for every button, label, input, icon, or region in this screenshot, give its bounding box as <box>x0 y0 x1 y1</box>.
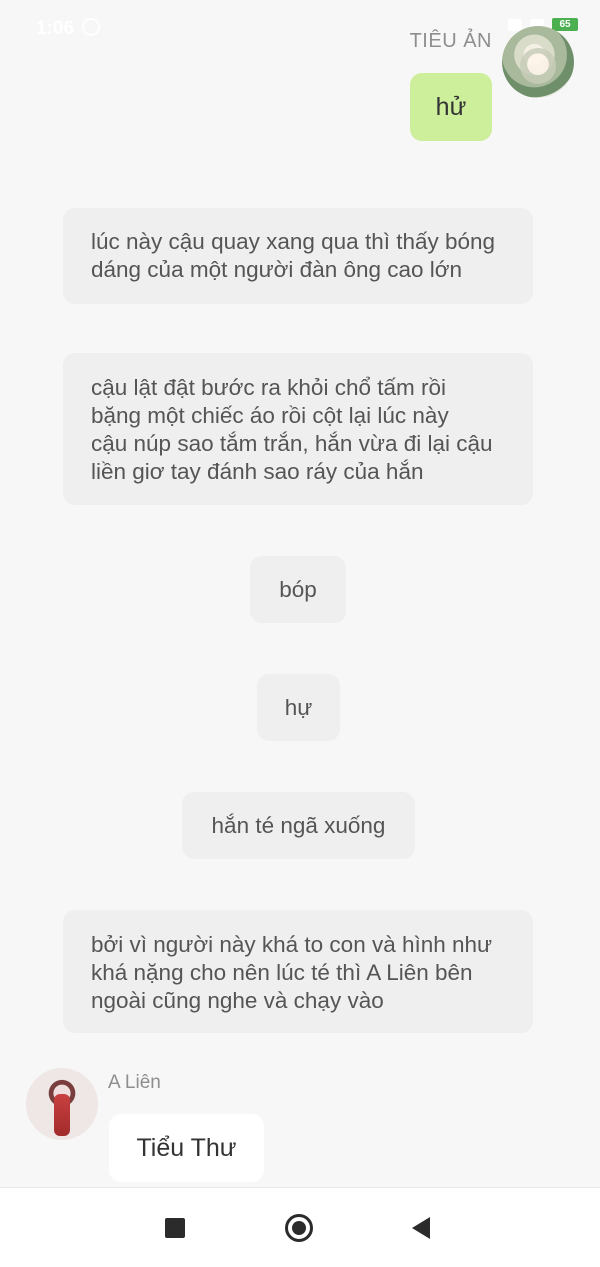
alarm-icon <box>82 18 100 36</box>
battery-icon: 65 <box>552 18 578 31</box>
avatar-left[interactable] <box>26 1068 98 1140</box>
left-sender-name: A Liên <box>108 1072 161 1093</box>
incoming-message-bubble[interactable]: Tiểu Thư <box>109 1114 264 1182</box>
home-circle-icon[interactable] <box>285 1214 313 1242</box>
narration-text: bởi vì người này khá to con và hình như … <box>91 932 493 1013</box>
narration-bubble[interactable]: hự <box>257 674 340 741</box>
recents-square-icon[interactable] <box>165 1218 185 1238</box>
narration-text: bóp <box>279 576 317 602</box>
signal-icon <box>508 18 522 31</box>
status-time: 1:06 <box>36 18 75 39</box>
narration-text: lúc này cậu quay xang qua thì thấy bóng … <box>91 229 496 282</box>
narration-text: hắn té ngã xuống <box>211 812 386 838</box>
avatar-right[interactable] <box>502 26 574 98</box>
back-triangle-icon[interactable] <box>412 1217 430 1239</box>
narration-text: hự <box>284 694 313 720</box>
message-text: hử <box>435 92 467 121</box>
narration-text: cậu lật đật bước ra khỏi chổ tấm rồi bặn… <box>91 375 493 484</box>
narration-bubble[interactable]: bóp <box>250 556 346 623</box>
navigation-bar <box>0 1187 600 1267</box>
narration-bubble[interactable]: cậu lật đật bước ra khỏi chổ tấm rồi bặn… <box>63 353 533 505</box>
outgoing-message-bubble[interactable]: hử <box>410 73 492 141</box>
chat-screen: 1:06 65 TIÊU ẢN hử lúc này cậu quay xang… <box>0 0 600 1267</box>
narration-bubble[interactable]: bởi vì người này khá to con và hình như … <box>63 910 533 1033</box>
message-text: Tiểu Thư <box>136 1133 237 1162</box>
narration-bubble[interactable]: hắn té ngã xuống <box>182 792 415 859</box>
right-sender-name: TIÊU ẢN <box>409 30 492 52</box>
narration-bubble[interactable]: lúc này cậu quay xang qua thì thấy bóng … <box>63 208 533 304</box>
